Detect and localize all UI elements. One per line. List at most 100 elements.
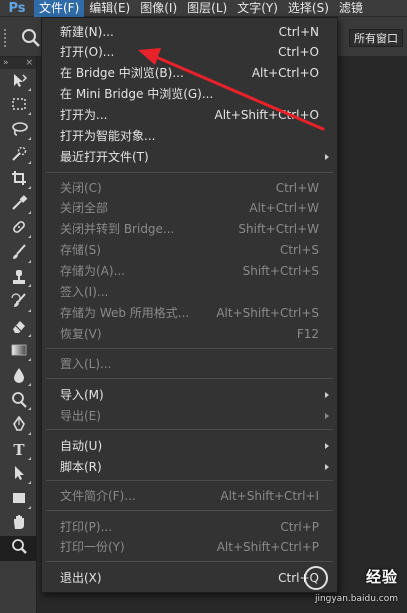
menu-item-shortcut: Alt+Ctrl+O — [251, 66, 319, 80]
healing-brush-tool-icon — [10, 218, 28, 239]
type-tool-icon: T — [10, 440, 28, 461]
menu-item-label: 导出(E) — [60, 409, 101, 423]
eraser-tool-icon — [10, 317, 28, 338]
pen-tool-button[interactable] — [0, 413, 37, 438]
menu-item-label: 新建(N)... — [60, 25, 114, 39]
rectangle-tool-button[interactable] — [0, 487, 37, 512]
menu-item: 存储(S) Ctrl+S — [42, 240, 337, 260]
move-tool-icon — [10, 71, 28, 92]
tools-panel-header[interactable]: » × — [0, 57, 36, 69]
menu-item-label: 置入(L)... — [60, 357, 112, 371]
lasso-tool-button[interactable] — [0, 118, 37, 143]
menu-image[interactable]: 图像(I) — [135, 0, 182, 17]
menu-item[interactable]: 打开为... Alt+Shift+Ctrl+O — [42, 105, 337, 125]
menu-item[interactable]: 打开为智能对象... — [42, 126, 337, 146]
menu-layer[interactable]: 图层(L) — [182, 0, 232, 17]
photoshop-logo[interactable]: Ps — [0, 0, 34, 17]
tool-group-corner-icon — [28, 481, 31, 485]
collapse-icon[interactable]: » — [3, 58, 9, 68]
menu-item: 置入(L)... — [42, 354, 337, 374]
menu-item: 导出(E) — [42, 406, 337, 426]
menu-item[interactable]: 导入(M) — [42, 385, 337, 405]
menu-item-shortcut: Ctrl+W — [275, 181, 319, 195]
menu-select[interactable]: 选择(S) — [283, 0, 334, 17]
menu-item-shortcut: Alt+Shift+Ctrl+P — [216, 540, 319, 554]
menu-item-shortcut: Ctrl+N — [278, 25, 319, 39]
all-windows-checkbox-label[interactable]: 所有窗口 — [349, 29, 403, 47]
menu-item[interactable]: 退出(X) Ctrl+Q — [42, 568, 337, 588]
healing-brush-tool-button[interactable] — [0, 217, 37, 242]
menu-item-label: 自动(U) — [60, 439, 103, 453]
menu-item-shortcut: Alt+Shift+Ctrl+O — [214, 108, 319, 122]
menu-item-label: 存储为 Web 所用格式... — [60, 306, 190, 320]
menu-item[interactable]: 打开(O)... Ctrl+O — [42, 42, 337, 62]
menu-bar: Ps 文件(F) 编辑(E) 图像(I) 图层(L) 文字(Y) 选择(S) 滤… — [0, 0, 407, 17]
menu-file[interactable]: 文件(F) — [34, 0, 85, 17]
close-panel-icon[interactable]: × — [25, 58, 33, 68]
hand-tool-button[interactable] — [0, 512, 37, 537]
marquee-tool-button[interactable] — [0, 94, 37, 119]
tool-group-corner-icon — [28, 284, 31, 288]
crop-tool-button[interactable] — [0, 167, 37, 192]
menu-item-shortcut: Ctrl+O — [278, 45, 319, 59]
tool-group-corner-icon — [28, 431, 31, 435]
submenu-arrow-icon — [325, 443, 329, 449]
eyedropper-tool-button[interactable] — [0, 192, 37, 217]
path-select-tool-button[interactable] — [0, 463, 37, 488]
menu-item[interactable]: 自动(U) — [42, 436, 337, 456]
blur-tool-icon — [10, 366, 28, 387]
menu-item: 存储为 Web 所用格式... Alt+Shift+Ctrl+S — [42, 303, 337, 323]
menu-item-label: 打开为智能对象... — [60, 129, 156, 143]
zoom-tool-button[interactable] — [0, 536, 37, 561]
menu-item-shortcut: Ctrl+Q — [278, 571, 319, 585]
dodge-tool-button[interactable] — [0, 389, 37, 414]
brush-tool-icon — [10, 243, 28, 264]
tool-group-corner-icon — [28, 185, 31, 189]
eyedropper-tool-icon — [10, 194, 28, 215]
quick-select-tool-icon — [10, 145, 28, 166]
brush-tool-button[interactable] — [0, 241, 37, 266]
tools-panel: » × T — [0, 57, 37, 613]
lasso-tool-icon — [10, 120, 28, 141]
blur-tool-button[interactable] — [0, 364, 37, 389]
menu-edit[interactable]: 编辑(E) — [84, 0, 135, 17]
menu-filter[interactable]: 滤镜 — [334, 0, 368, 17]
menu-item: 关闭(C) Ctrl+W — [42, 178, 337, 198]
eraser-tool-button[interactable] — [0, 315, 37, 340]
gradient-tool-button[interactable] — [0, 340, 37, 365]
move-tool-button[interactable] — [0, 69, 37, 94]
menu-item: 关闭全部 Alt+Ctrl+W — [42, 198, 337, 218]
menu-item[interactable]: 最近打开文件(T) — [42, 147, 337, 167]
menu-item-label: 签入(I)... — [60, 285, 109, 299]
menu-type[interactable]: 文字(Y) — [232, 0, 283, 17]
menu-item[interactable]: 脚本(R) — [42, 457, 337, 477]
menu-item-label: 存储为(A)... — [60, 264, 126, 278]
tool-group-corner-icon — [28, 259, 31, 263]
file-menu-dropdown: 新建(N)... Ctrl+N 打开(O)... Ctrl+O 在 Bridge 中浏览… — [41, 17, 338, 593]
history-brush-tool-button[interactable] — [0, 290, 37, 315]
tool-group-corner-icon — [28, 456, 31, 460]
menu-item-label: 退出(X) — [60, 571, 102, 585]
menu-separator — [46, 561, 333, 562]
menu-item-label: 存储(S) — [60, 243, 101, 257]
menu-item-shortcut: F12 — [296, 327, 319, 341]
marquee-tool-icon — [10, 95, 28, 116]
menu-item-label: 打开(O)... — [60, 45, 115, 59]
rectangle-tool-icon — [10, 489, 28, 510]
grip-handle[interactable] — [4, 29, 8, 47]
quick-select-tool-button[interactable] — [0, 143, 37, 168]
menu-item: 打印(P)... Ctrl+P — [42, 517, 337, 537]
clone-stamp-tool-icon — [10, 268, 28, 289]
zoom-tool-icon — [10, 538, 28, 559]
type-tool-button[interactable]: T — [0, 438, 37, 463]
menu-item-label: 关闭(C) — [60, 181, 102, 195]
menu-item[interactable]: 新建(N)... Ctrl+N — [42, 22, 337, 42]
tool-group-corner-icon — [28, 161, 31, 165]
menu-item-shortcut: Ctrl+S — [279, 243, 319, 257]
menu-item[interactable]: 在 Mini Bridge 中浏览(G)... — [42, 84, 337, 104]
tool-group-corner-icon — [28, 235, 31, 239]
clone-stamp-tool-button[interactable] — [0, 266, 37, 291]
zoom-tool-option-icon[interactable] — [20, 27, 42, 49]
menu-item-shortcut: Ctrl+P — [280, 520, 319, 534]
menu-item[interactable]: 在 Bridge 中浏览(B)... Alt+Ctrl+O — [42, 63, 337, 83]
